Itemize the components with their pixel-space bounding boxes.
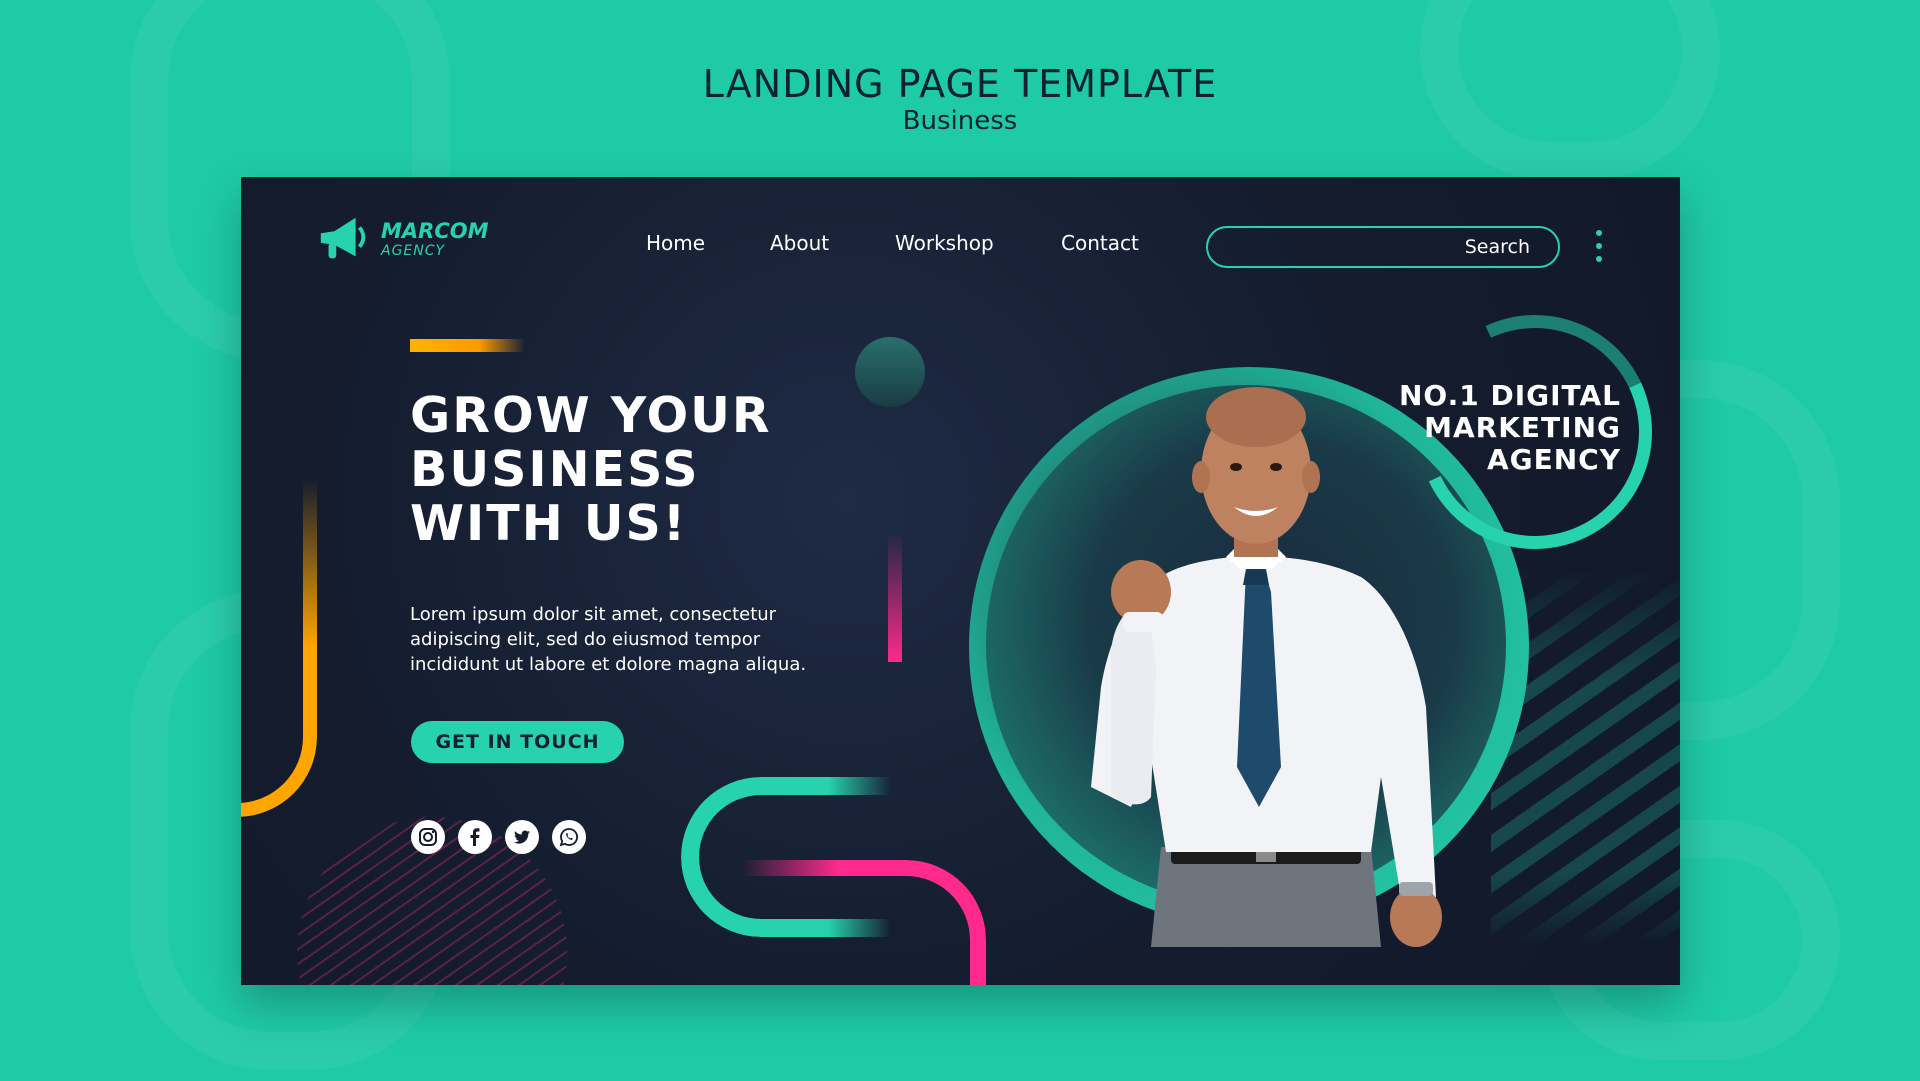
template-subtitle: Business <box>902 106 1018 136</box>
pink-curve-decoration <box>741 860 986 985</box>
hero-headline: GROW YOUR BUSINESS WITH US! <box>410 387 772 552</box>
megaphone-icon <box>320 217 366 259</box>
landing-card: MARCOM AGENCY Home About Workshop Contac… <box>241 177 1680 985</box>
nav-workshop[interactable]: Workshop <box>895 231 994 255</box>
accent-bar <box>410 339 525 352</box>
teal-circle-decoration <box>855 337 925 407</box>
logo-subtitle: AGENCY <box>381 242 446 259</box>
orange-curve-decoration <box>241 477 317 817</box>
facebook-icon[interactable] <box>458 820 492 854</box>
pink-bar-decoration <box>888 532 902 662</box>
logo-name: MARCOM <box>381 218 489 243</box>
search-label[interactable]: Search <box>1465 236 1530 258</box>
social-links <box>411 820 586 854</box>
nav-contact[interactable]: Contact <box>1061 231 1139 255</box>
agency-tagline: NO.1 DIGITAL MARKETING AGENCY <box>1399 379 1621 476</box>
logo[interactable]: MARCOM AGENCY <box>315 210 488 268</box>
template-title: LANDING PAGE TEMPLATE <box>702 62 1218 106</box>
search-input[interactable] <box>1224 234 1444 260</box>
twitter-icon[interactable] <box>505 820 539 854</box>
search-bar[interactable]: Search <box>1206 226 1560 268</box>
more-menu-icon[interactable] <box>1593 230 1605 262</box>
instagram-icon[interactable] <box>411 820 445 854</box>
whatsapp-icon[interactable] <box>552 820 586 854</box>
nav-home[interactable]: Home <box>646 231 705 255</box>
hero-body-text: Lorem ipsum dolor sit amet, consectetur … <box>410 604 807 675</box>
get-in-touch-button[interactable]: GET IN TOUCH <box>411 721 624 763</box>
nav-about[interactable]: About <box>770 231 829 255</box>
